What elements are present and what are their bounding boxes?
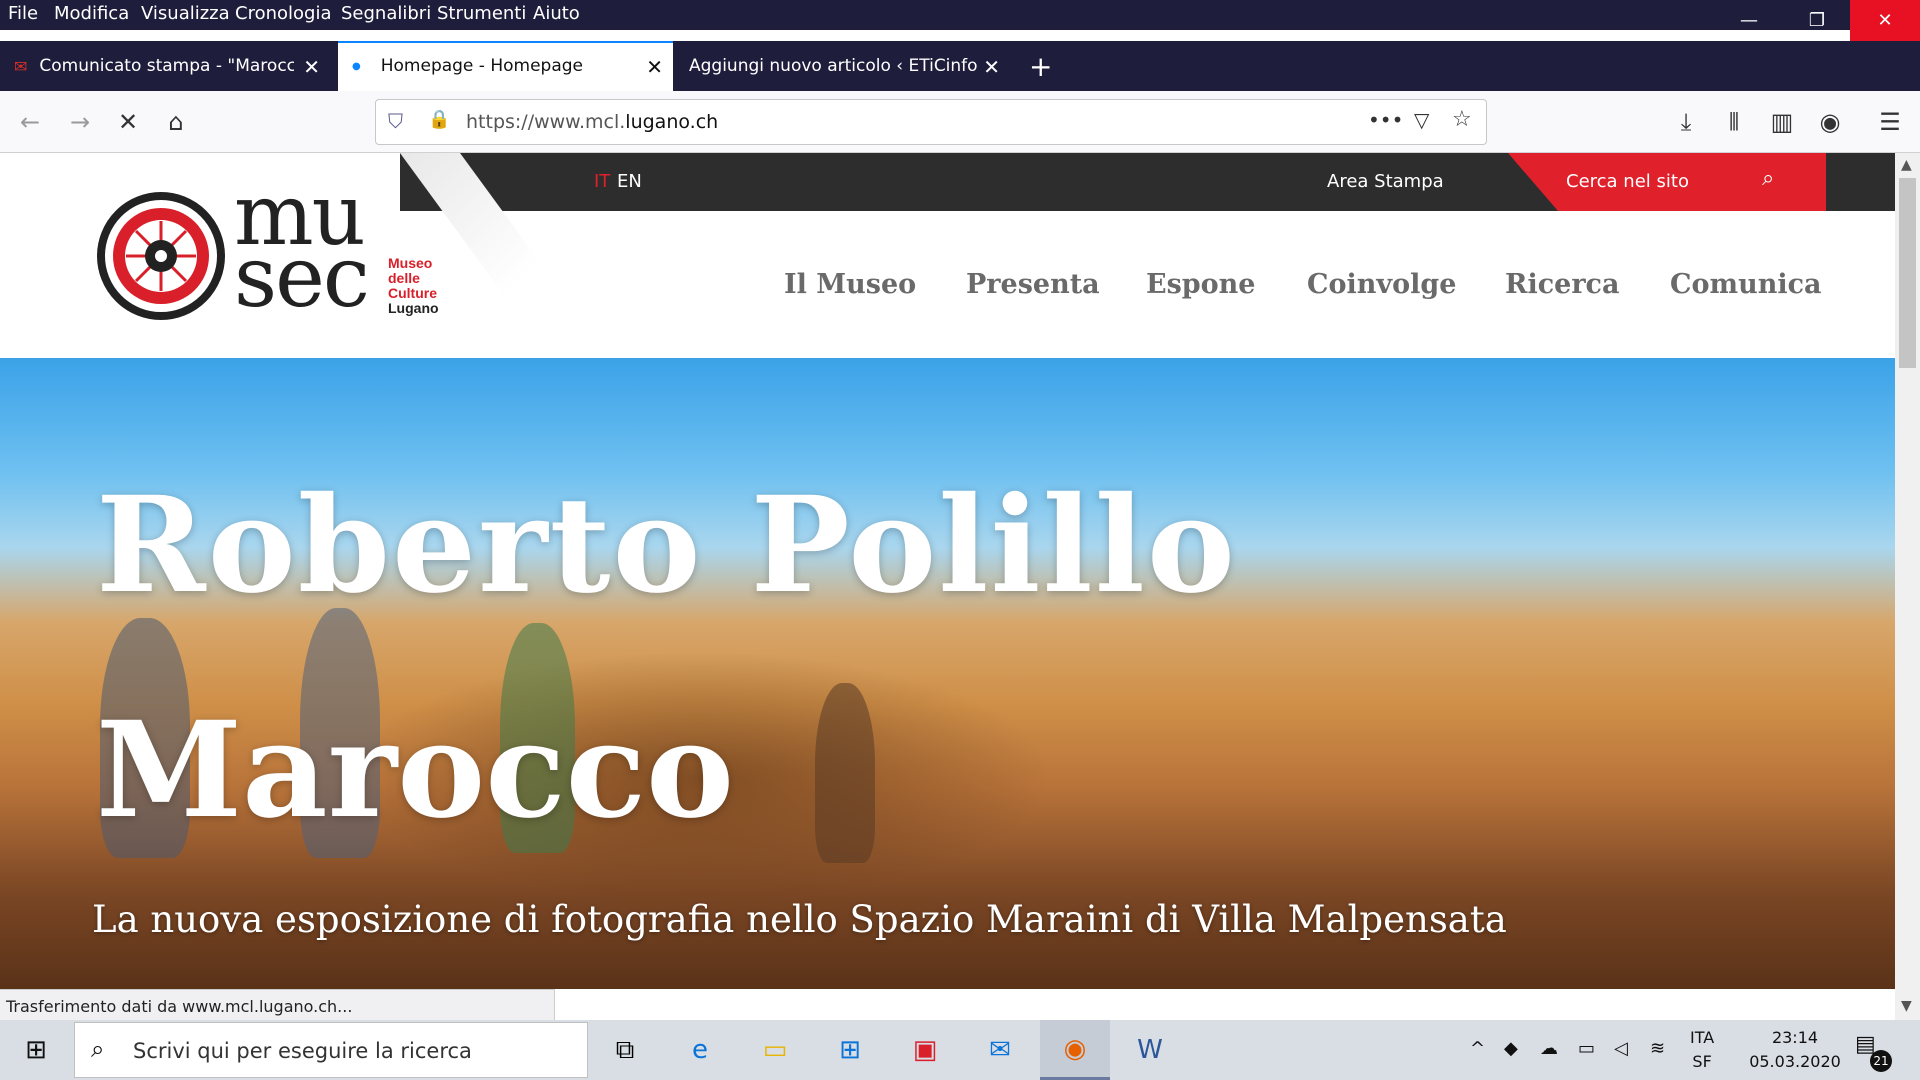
taskbar-search-placeholder: Scrivi qui per eseguire la ricerca	[133, 1039, 472, 1063]
menu-modifica[interactable]: Modifica	[54, 3, 129, 24]
library-icon[interactable]: ⫴	[1716, 104, 1752, 140]
lang-en-link[interactable]: EN	[617, 171, 642, 192]
tab-homepage[interactable]: ● Homepage - Homepage ✕	[338, 41, 673, 91]
hero-photo-camel-rider	[815, 683, 875, 863]
input-language-indicator[interactable]: ITA SF	[1690, 1026, 1714, 1074]
sidebar-icon[interactable]: ▥	[1764, 104, 1800, 140]
restore-button[interactable]: ❐	[1782, 0, 1852, 41]
lang-it-link[interactable]: IT	[594, 171, 610, 192]
scroll-down-icon[interactable]: ▼	[1901, 998, 1912, 1014]
hero-subtitle: La nuova esposizione di fotografia nello…	[92, 898, 1507, 941]
museum-logo-sun-icon[interactable]	[96, 191, 226, 321]
taskbar-search-box[interactable]: ⌕ Scrivi qui per eseguire la ricerca	[74, 1022, 588, 1078]
active-tab-indicator	[338, 41, 673, 43]
forward-icon[interactable]: →	[62, 104, 98, 140]
nav-presenta[interactable]: Presenta	[966, 269, 1100, 300]
menu-cronologia[interactable]: Cronologia	[235, 3, 331, 24]
volume-icon[interactable]: ◁	[1614, 1038, 1628, 1059]
close-tab-icon[interactable]: ✕	[303, 55, 320, 79]
account-icon[interactable]: ◉	[1812, 104, 1848, 140]
tray-expand-icon[interactable]: ^	[1470, 1038, 1485, 1059]
nav-espone[interactable]: Espone	[1146, 269, 1255, 300]
clock-date: 05.03.2020	[1749, 1052, 1841, 1071]
close-tab-icon[interactable]: ✕	[983, 55, 1000, 79]
wifi-icon[interactable]: ≋	[1650, 1038, 1665, 1059]
menu-strumenti[interactable]: Strumenti	[437, 3, 526, 24]
word-icon[interactable]: W	[1115, 1020, 1185, 1080]
clock-time: 23:14	[1771, 1028, 1819, 1047]
menu-bar: File Modifica Visualizza Cronologia Segn…	[0, 0, 1920, 30]
onedrive-icon[interactable]: ☁	[1540, 1038, 1558, 1059]
menu-file[interactable]: File	[8, 3, 38, 24]
stop-icon[interactable]: ✕	[110, 104, 146, 140]
web-page: IT EN Area Stampa Cerca nel sito ⌕ mu se…	[0, 153, 1895, 989]
loading-dot-icon: ●	[352, 60, 361, 72]
store-icon[interactable]: ⊞	[815, 1020, 885, 1080]
download-icon[interactable]: ⤓	[1668, 104, 1704, 140]
battery-icon[interactable]: ▭	[1578, 1038, 1595, 1059]
logo-line-lugano: Lugano	[388, 300, 439, 316]
area-stampa-link[interactable]: Area Stampa	[1327, 171, 1444, 192]
page-scrollbar[interactable]: ▲ ▼	[1895, 153, 1920, 1020]
edge-icon[interactable]: e	[665, 1020, 735, 1080]
language-code: ITA	[1690, 1028, 1715, 1047]
logo-line-museo: Museo	[388, 255, 433, 271]
url-bar[interactable]: ⛉ 🔒 https://www.mcl.lugano.ch ••• ▽ ☆	[375, 99, 1487, 145]
pocket-icon[interactable]: ▽	[1414, 108, 1429, 132]
file-explorer-icon[interactable]: ▭	[740, 1020, 810, 1080]
menu-aiuto[interactable]: Aiuto	[533, 3, 580, 24]
logo-line-delle: delle	[388, 270, 420, 286]
menu-visualizza[interactable]: Visualizza	[141, 3, 230, 24]
scroll-thumb[interactable]	[1899, 178, 1916, 368]
search-icon: ⌕	[91, 1035, 105, 1063]
bookmark-star-icon[interactable]: ☆	[1452, 107, 1472, 132]
navigation-toolbar: ← → ✕ ⌂ ⛉ 🔒 https://www.mcl.lugano.ch ••…	[0, 91, 1920, 153]
tab-bar: ✉ Comunicato stampa - "Marocco" ✕ ● Home…	[0, 41, 1920, 91]
hero-banner[interactable]: Roberto Polillo Marocco La nuova esposiz…	[0, 358, 1895, 989]
system-clock[interactable]: 23:14 05.03.2020	[1740, 1026, 1850, 1074]
nav-ricerca[interactable]: Ricerca	[1505, 269, 1619, 300]
windows-taskbar: ⊞ ⌕ Scrivi qui per eseguire la ricerca ⧉…	[0, 1020, 1920, 1080]
keyboard-layout-code: SF	[1692, 1052, 1712, 1071]
tab-title: Comunicato stampa - "Marocco"	[39, 56, 295, 76]
task-view-icon[interactable]: ⧉	[590, 1020, 660, 1080]
url-text[interactable]: https://www.mcl.lugano.ch	[466, 111, 718, 133]
tab-gmail[interactable]: ✉ Comunicato stampa - "Marocco" ✕	[0, 41, 330, 91]
windows-start-icon[interactable]: ⊞	[0, 1020, 72, 1080]
firefox-icon[interactable]: ◉	[1040, 1020, 1110, 1080]
dropbox-icon[interactable]: ◆	[1504, 1038, 1518, 1059]
nav-comunica[interactable]: Comunica	[1670, 269, 1822, 300]
logo-line-culture: Culture	[388, 285, 437, 301]
search-icon[interactable]: ⌕	[1762, 166, 1774, 191]
hero-title-exhibition: Marocco	[96, 693, 735, 848]
lock-icon[interactable]: 🔒	[428, 109, 450, 130]
notification-count-badge: 21	[1870, 1050, 1892, 1072]
back-icon[interactable]: ←	[12, 104, 48, 140]
close-window-button[interactable]: ✕	[1850, 0, 1920, 41]
nav-coinvolge[interactable]: Coinvolge	[1307, 269, 1456, 300]
nav-il-museo[interactable]: Il Museo	[784, 269, 916, 300]
search-site-link[interactable]: Cerca nel sito	[1566, 171, 1689, 192]
mail-icon[interactable]: ✉	[965, 1020, 1035, 1080]
tab-title: Homepage - Homepage	[380, 56, 583, 76]
new-tab-button[interactable]: +	[1015, 41, 1055, 91]
tab-wordpress[interactable]: Aggiungi nuovo articolo ‹ ETiCinformazio…	[675, 41, 1010, 91]
status-bar: Trasferimento dati da www.mcl.lugano.ch.…	[0, 989, 555, 1020]
hero-title-artist: Roberto Polillo	[96, 468, 1237, 623]
gift-app-icon[interactable]: ▣	[890, 1020, 960, 1080]
logo-text-sec: sec	[234, 228, 370, 326]
home-icon[interactable]: ⌂	[158, 104, 194, 140]
gmail-icon: ✉	[14, 56, 28, 76]
menu-segnalibri[interactable]: Segnalibri	[341, 3, 431, 24]
shield-icon[interactable]: ⛉	[388, 109, 403, 133]
close-tab-icon[interactable]: ✕	[646, 55, 663, 79]
tab-title: Aggiungi nuovo articolo ‹ ETiCinformazio…	[689, 56, 979, 76]
minimize-button[interactable]: —	[1714, 0, 1784, 41]
hamburger-menu-icon[interactable]: ☰	[1872, 104, 1908, 140]
scroll-up-icon[interactable]: ▲	[1901, 157, 1912, 173]
more-actions-icon[interactable]: •••	[1368, 108, 1403, 132]
